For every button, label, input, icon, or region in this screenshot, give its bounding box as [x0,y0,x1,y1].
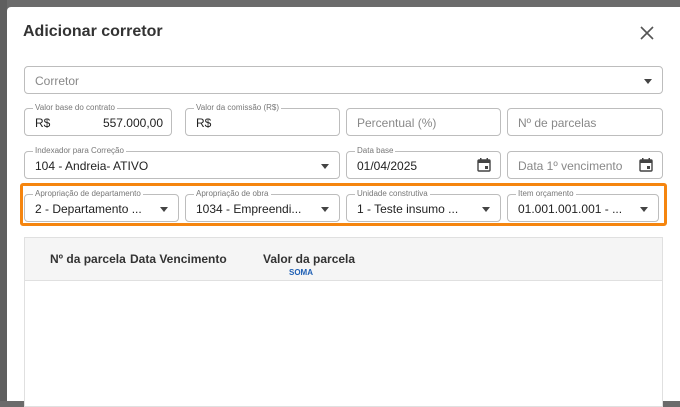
chevron-down-icon [321,207,329,212]
table-header: Nº da parcela Data Vencimento Valor da p… [25,238,662,281]
construction-unit-select[interactable]: Unidade construtiva 1 - Teste insumo ... [346,189,501,222]
chevron-down-icon [640,207,648,212]
department-appropriation-select[interactable]: Apropriação de departamento 2 - Departam… [24,189,179,222]
chevron-down-icon [160,207,168,212]
budget-item-label: Item orçamento [516,189,576,199]
broker-placeholder: Corretor [35,74,80,88]
work-appropriation-value: 1034 - Empreendi... [196,202,302,216]
calendar-icon[interactable] [639,158,653,172]
base-date-value: 01/04/2025 [357,159,418,173]
department-appropriation-value: 2 - Departamento ... [35,202,142,216]
column-installment-number[interactable]: Nº da parcela [50,252,126,266]
department-appropriation-label: Apropriação de departamento [33,189,143,199]
column-installment-value[interactable]: Valor da parcela [263,252,355,266]
work-appropriation-label: Apropriação de obra [194,189,271,199]
contract-base-value-field[interactable]: Valor base do contrato R$ 557.000,00 [24,103,172,136]
chevron-down-icon [644,79,652,84]
sum-label: SOMA [289,268,313,277]
currency-prefix: R$ [35,116,51,130]
contract-base-value: 557.000,00 [102,116,163,130]
first-due-date-placeholder: Data 1º vencimento [518,159,623,173]
construction-unit-value: 1 - Teste insumo ... [357,202,459,216]
installments-table: Nº da parcela Data Vencimento Valor da p… [24,237,663,407]
work-appropriation-select[interactable]: Apropriação de obra 1034 - Empreendi... [185,189,340,222]
chevron-down-icon [482,207,490,212]
add-broker-dialog: Adicionar corretor Corretor Valor base d… [7,7,680,407]
indexer-label: Indexador para Correção [33,146,126,156]
budget-item-select[interactable]: Item orçamento 01.001.001.001 - ... [507,189,659,222]
column-due-date[interactable]: Data Vencimento [130,252,227,266]
chevron-down-icon [321,164,329,169]
installments-count-placeholder: Nº de parcelas [518,116,597,130]
dialog-title: Adicionar corretor [23,23,163,40]
construction-unit-label: Unidade construtiva [355,189,430,199]
close-icon[interactable] [637,23,657,43]
commission-value-label: Valor da comissão (R$) [194,103,281,113]
base-date-field[interactable]: Data base 01/04/2025 [346,146,501,179]
modal-backdrop [0,0,7,401]
budget-item-value: 01.001.001.001 - ... [518,202,623,216]
contract-base-value-label: Valor base do contrato [33,103,117,113]
percentage-placeholder: Percentual (%) [357,116,437,130]
currency-prefix: R$ [196,116,212,130]
calendar-icon[interactable] [477,158,491,172]
indexer-select[interactable]: Indexador para Correção 104 - Andreia- A… [24,146,340,179]
base-date-label: Data base [355,146,396,156]
first-due-date-field[interactable]: Data 1º vencimento [507,151,663,179]
commission-value-field[interactable]: Valor da comissão (R$) R$ [185,103,340,136]
installments-count-field[interactable]: Nº de parcelas [507,108,663,136]
indexer-value: 104 - Andreia- ATIVO [35,159,149,173]
broker-select[interactable]: Corretor [24,66,663,94]
percentage-field[interactable]: Percentual (%) [346,108,501,136]
